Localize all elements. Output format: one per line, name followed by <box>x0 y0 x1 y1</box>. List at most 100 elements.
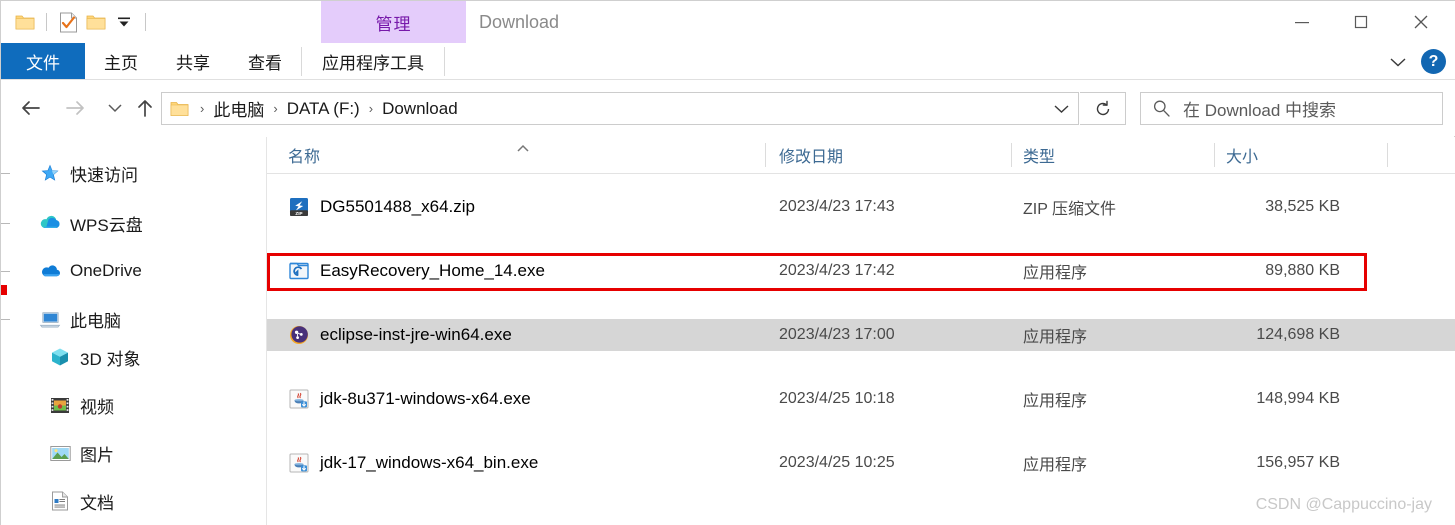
recent-locations-button[interactable] <box>99 92 131 124</box>
column-header-type-label: 类型 <box>1023 149 1056 166</box>
sidebar-item-3d-objects[interactable]: 3D 对象 <box>49 343 140 371</box>
search-icon <box>1152 99 1171 118</box>
table-row[interactable]: jdk-8u371-windows-x64.exe 2023/4/25 10:1… <box>267 383 1455 415</box>
maximize-button[interactable] <box>1337 1 1384 43</box>
table-row[interactable]: EasyRecovery_Home_14.exe 2023/4/23 17:42… <box>267 255 1455 287</box>
sidebar-item-label: OneDrive <box>70 261 142 280</box>
file-explorer-window: 管理 Download 文件 主页 共享 查看 应用程序工具 ? › 此电脑 ›… <box>0 0 1455 525</box>
file-date-cell: 2023/4/23 17:43 <box>779 198 895 215</box>
new-folder-icon[interactable] <box>82 8 110 36</box>
sidebar-item-quick-access[interactable]: 快速访问 <box>39 159 138 187</box>
column-header-size[interactable]: 大小 <box>1226 137 1258 173</box>
svg-text:ZIP: ZIP <box>295 211 302 216</box>
up-button[interactable] <box>129 92 161 124</box>
sidebar-item-pictures[interactable]: 图片 <box>49 439 114 467</box>
back-button[interactable] <box>15 92 47 124</box>
eclipse-app-icon <box>288 324 310 346</box>
minimize-button[interactable] <box>1278 1 1325 43</box>
sidebar-item-videos[interactable]: 视频 <box>49 391 114 419</box>
close-button[interactable] <box>1397 1 1444 43</box>
ribbon-tabs: 文件 主页 共享 查看 应用程序工具 <box>1 43 445 80</box>
file-type-cell: 应用程序 <box>1023 265 1088 282</box>
tab-application-tools[interactable]: 应用程序工具 <box>302 43 444 80</box>
file-size-cell: 89,880 KB <box>1265 262 1340 279</box>
sidebar-item-this-pc[interactable]: 此电脑 <box>39 305 121 333</box>
title-bar: 管理 Download <box>1 1 1455 43</box>
sidebar-item-label: 文档 <box>80 493 114 513</box>
sidebar-item-documents[interactable]: 文档 <box>49 487 114 515</box>
breadcrumb-item-this-pc[interactable]: 此电脑 <box>213 96 264 121</box>
breadcrumb-separator-0: › <box>200 101 205 116</box>
column-header-date[interactable]: 修改日期 <box>779 137 843 173</box>
tab-share[interactable]: 共享 <box>157 43 229 80</box>
pictures-icon <box>49 443 71 463</box>
breadcrumb-item-download[interactable]: Download <box>382 99 458 119</box>
sidebar-item-wps-cloud[interactable]: WPS云盘 <box>39 209 143 237</box>
window-title: Download <box>479 11 560 32</box>
sidebar-item-label: WPS云盘 <box>70 215 143 235</box>
tab-divider-2 <box>444 47 445 76</box>
tab-application-tools-label: 应用程序工具 <box>322 54 424 73</box>
file-date-cell: 2023/4/23 17:00 <box>779 326 895 343</box>
file-size-cell: 124,698 KB <box>1256 326 1340 343</box>
breadcrumb-dropdown-icon[interactable] <box>1053 93 1070 124</box>
file-name-cell: jdk-17_windows-x64_bin.exe <box>288 452 538 474</box>
zip-archive-icon: ZIP <box>288 196 310 218</box>
navigation-pane: 快速访问 WPS云盘 OneDrive 此电脑 3D 对象 视频 图片 文档 <box>1 137 266 525</box>
column-headers: 名称 修改日期 类型 大小 <box>267 137 1455 173</box>
breadcrumb-separator-1: › <box>273 101 278 116</box>
file-list-pane: 名称 修改日期 类型 大小 ZIP DG5501488_x64.zip 2023… <box>267 137 1455 525</box>
file-name-cell: eclipse-inst-jre-win64.exe <box>288 324 512 346</box>
sidebar-item-label: 图片 <box>80 445 114 465</box>
table-row[interactable]: ZIP DG5501488_x64.zip 2023/4/23 17:43 ZI… <box>267 191 1455 223</box>
customize-dropdown-icon[interactable] <box>110 8 138 36</box>
tab-share-label: 共享 <box>176 54 210 73</box>
table-row[interactable]: jdk-17_windows-x64_bin.exe 2023/4/25 10:… <box>267 447 1455 479</box>
tab-home[interactable]: 主页 <box>85 43 157 80</box>
column-header-type[interactable]: 类型 <box>1023 137 1055 173</box>
java-installer-icon <box>288 388 310 410</box>
documents-icon <box>49 491 71 511</box>
search-input[interactable]: 在 Download 中搜索 <box>1140 92 1443 125</box>
3d-objects-icon <box>49 347 71 367</box>
file-size-cell: 38,525 KB <box>1265 198 1340 215</box>
sort-ascending-icon <box>515 140 531 152</box>
breadcrumb-item-data-f[interactable]: DATA (F:) <box>287 99 360 119</box>
tab-view[interactable]: 查看 <box>229 43 301 80</box>
sidebar-item-label: 快速访问 <box>70 165 138 185</box>
breadcrumb[interactable]: › 此电脑 › DATA (F:) › Download <box>161 92 1079 125</box>
refresh-button[interactable] <box>1080 92 1126 125</box>
file-type-cell: 应用程序 <box>1023 457 1088 474</box>
column-header-size-label: 大小 <box>1226 149 1259 166</box>
column-header-name-label: 名称 <box>288 149 321 166</box>
column-divider-3[interactable] <box>1214 143 1215 167</box>
file-type-cell: 应用程序 <box>1023 393 1088 410</box>
address-bar: › 此电脑 › DATA (F:) › Download 在 Download … <box>1 80 1455 136</box>
file-rows: ZIP DG5501488_x64.zip 2023/4/23 17:43 ZI… <box>267 174 1455 474</box>
file-name-cell: jdk-8u371-windows-x64.exe <box>288 388 531 410</box>
sidebar-item-onedrive[interactable]: OneDrive <box>39 257 142 285</box>
navigation-pane-scrollbar[interactable] <box>1 137 12 525</box>
tab-view-label: 查看 <box>248 54 282 73</box>
column-divider-4[interactable] <box>1387 143 1388 167</box>
sidebar-item-label: 3D 对象 <box>80 349 141 369</box>
folder-icon[interactable] <box>11 8 39 36</box>
file-name-text: eclipse-inst-jre-win64.exe <box>320 325 512 344</box>
column-divider-1[interactable] <box>765 143 766 167</box>
java-installer-icon <box>288 452 310 474</box>
chevron-down-icon[interactable] <box>1387 51 1409 73</box>
file-size-cell: 156,957 KB <box>1256 454 1340 471</box>
column-header-name[interactable]: 名称 <box>288 137 320 173</box>
contextual-tab-group-label: 管理 <box>375 14 412 34</box>
tab-file-label: 文件 <box>26 54 60 73</box>
properties-checked-icon[interactable] <box>54 8 82 36</box>
videos-icon <box>49 395 71 415</box>
column-divider-2[interactable] <box>1011 143 1012 167</box>
toolbar-divider-2 <box>145 13 146 31</box>
file-size-cell: 148,994 KB <box>1256 390 1340 407</box>
search-placeholder: 在 Download 中搜索 <box>1183 101 1337 120</box>
table-row[interactable]: eclipse-inst-jre-win64.exe 2023/4/23 17:… <box>267 319 1455 351</box>
wps-cloud-icon <box>39 213 61 233</box>
help-button[interactable]: ? <box>1421 49 1446 74</box>
tab-file[interactable]: 文件 <box>1 43 85 80</box>
